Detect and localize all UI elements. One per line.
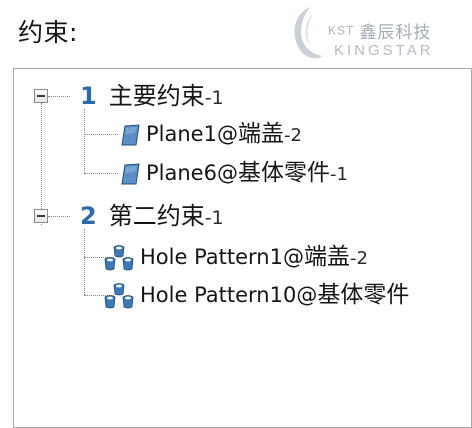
- plane-icon: [121, 123, 140, 145]
- tree-guide-line: [41, 103, 42, 225]
- kingstar-logo-icon: [294, 7, 322, 59]
- watermark-kst-text: KST: [328, 23, 355, 38]
- item-feature-name: Plane6@: [146, 161, 238, 185]
- tree-item-hole-pattern1[interactable]: Hole Pattern1@端盖-2: [104, 240, 368, 274]
- item-feature-name: Hole Pattern10@: [140, 283, 318, 307]
- item-feature-name: Plane1@: [146, 122, 238, 146]
- constraints-tree: 1 主要约束-1 Plane1@端盖-2 Plane6@基体零件-1 2 第二约束-…: [13, 68, 472, 428]
- tree-group-secondary-constraint[interactable]: 2 第二约束-1: [80, 199, 224, 233]
- tree-guide-line: [84, 229, 85, 295]
- group-name: 主要约束: [108, 82, 205, 110]
- tree-item-plane1[interactable]: Plane1@端盖-2: [120, 117, 302, 151]
- watermark-company-en: KINGSTAR: [334, 42, 434, 59]
- item-part-name: 基体零件: [317, 282, 410, 308]
- item-instance-suffix: -2: [349, 248, 368, 269]
- group-number: 2: [80, 202, 97, 230]
- item-part-name: 基体零件: [237, 160, 330, 186]
- group-instance-suffix: -1: [204, 207, 224, 229]
- tree-group-primary-constraint[interactable]: 1 主要约束-1: [80, 79, 224, 113]
- item-instance-suffix: -1: [329, 164, 348, 185]
- group-instance-suffix: -1: [204, 87, 224, 109]
- constraints-title: 约束:: [18, 18, 78, 47]
- hole-pattern-icon: [104, 282, 134, 308]
- item-instance-suffix: -2: [283, 125, 302, 146]
- tree-connector: [48, 96, 70, 97]
- group-number: 1: [80, 82, 97, 110]
- hole-pattern-icon: [104, 244, 134, 270]
- tree-item-plane6[interactable]: Plane6@基体零件-1: [120, 156, 348, 190]
- kingstar-watermark-logo: KST 鑫辰科技 KINGSTAR: [288, 4, 472, 70]
- tree-connector: [84, 173, 118, 174]
- tree-item-hole-pattern10[interactable]: Hole Pattern10@基体零件: [104, 278, 409, 312]
- tree-guide-line: [84, 109, 85, 173]
- item-part-name: 端盖: [303, 244, 350, 270]
- group-name: 第二约束: [108, 202, 205, 230]
- collapse-toggle-group-2[interactable]: [34, 209, 48, 223]
- watermark-top-line: KST 鑫辰科技: [328, 18, 431, 43]
- collapse-toggle-group-1[interactable]: [34, 89, 48, 103]
- tree-connector: [84, 134, 118, 135]
- item-feature-name: Hole Pattern1@: [140, 245, 304, 269]
- item-part-name: 端盖: [237, 121, 284, 147]
- tree-connector: [48, 216, 70, 217]
- plane-icon: [121, 162, 140, 184]
- watermark-company-cn: 鑫辰科技: [359, 23, 432, 43]
